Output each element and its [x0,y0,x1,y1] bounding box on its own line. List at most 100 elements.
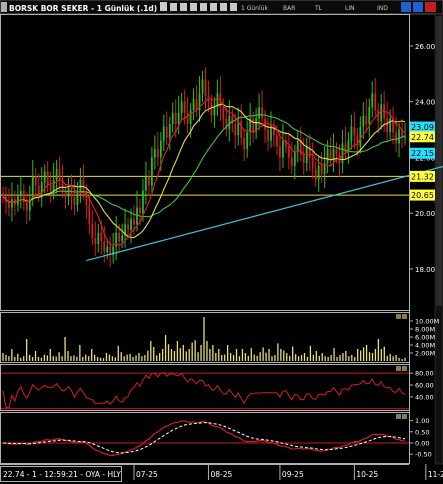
panel-settings-icon[interactable] [396,414,401,419]
candle-body [371,93,374,108]
candle-body [404,136,406,138]
close-icon[interactable] [425,2,436,12]
panel-settings-icon[interactable] [396,366,401,371]
panel-close-icon[interactable] [402,414,407,419]
volume-panel-controls [396,314,407,319]
x-tick-label: 07-25 [136,470,158,479]
candle-body [180,101,183,113]
panel-close-icon[interactable] [402,314,407,319]
macd-signal-line [3,422,406,454]
candle-body [374,93,377,111]
indicator-selector[interactable]: IND [377,5,388,12]
stock-chart[interactable]: BORSK BOR SEKER - 1 Günlük (.1d) 1 Günlü… [0,0,443,484]
candle-body [127,224,129,230]
chart-title: BORSK BOR SEKER - 1 Günlük (.1d) [9,4,157,13]
candle-body [106,246,109,253]
candle-body [231,115,234,124]
candle-body [350,126,353,141]
price-panel: 26.0024.0022.0020.0018.0023.0922.7422.15… [1,43,443,274]
candle-body [365,115,368,124]
candle-body [100,232,103,242]
candle-body [174,112,177,124]
status-bar: 22.74 - 1 - 12:59:21 - OYA - HLY [0,466,122,482]
toolbar-button[interactable] [200,3,207,11]
candle-body [296,140,299,152]
price-label-text: 20.65 [411,191,434,200]
toolbar-button[interactable] [190,3,197,11]
price-ytick-label: 18.00 [415,266,435,274]
candle-body [290,157,293,166]
price-label-text: 21.32 [411,172,434,181]
volume-ytick-label: 8.00M [415,326,435,334]
price-label-text: 23.09 [411,123,434,132]
macd-line [2,420,406,457]
candle-body [186,112,189,124]
candle-body [43,171,46,183]
candle-body [142,190,144,214]
candle-body [8,202,10,208]
macd-ytick-label: -0.50 [415,451,432,459]
rsi-panel-controls [396,366,407,371]
candle-body [52,179,55,191]
candle-body [213,107,216,116]
lock-icon[interactable] [160,2,167,11]
rsi-ytick-label: 40.00 [415,393,434,401]
candle-body [139,207,141,214]
restore-icon[interactable] [413,2,423,12]
candle-body [204,79,207,97]
candle-body [192,98,195,111]
candle-body [335,149,338,155]
candle-body [171,112,174,124]
candle-body [189,110,192,124]
candle-body [46,171,49,186]
price-label-text: 22.74 [411,133,434,142]
candle-body [329,149,332,161]
candle-body [368,107,371,124]
candle-body [67,188,70,197]
candle-body [380,104,383,122]
candle-body [31,176,34,200]
candle-body [258,107,260,119]
candle-body [261,107,263,119]
candle-body [153,149,156,158]
scrollbar-thumb[interactable] [436,16,442,306]
candle-body [2,193,4,197]
chart-type-selector[interactable]: BAR [283,5,295,12]
candle-body [97,232,100,244]
candle-body [195,98,198,111]
candle-body [362,115,365,127]
candle-body [270,126,272,141]
volume-ytick-label: 6.00M [415,334,435,342]
panel-settings-icon[interactable] [396,314,401,319]
candle-body [130,218,132,230]
rsi-ytick-label: 60.00 [415,382,434,390]
candle-body [279,146,281,158]
toolbar-button[interactable] [210,3,217,11]
x-tick-label: 08-25 [210,470,232,479]
ma-slow-line [2,103,406,239]
macd-ytick-label: 1.00 [415,417,429,425]
currency-selector[interactable]: TL [314,5,323,12]
candle-body [148,176,150,186]
period-selector[interactable]: 1 Günlük [241,5,268,12]
toolbar-button[interactable] [230,3,237,11]
candle-body [34,176,37,186]
window-menu-icon[interactable] [1,2,7,12]
candle-body [133,218,135,225]
scale-selector[interactable]: LIN [345,5,355,12]
toolbar-button[interactable] [180,3,187,11]
status-text: 22.74 - 1 - 12:59:21 - OYA - HLY [3,470,121,479]
candle-body [341,143,344,163]
macd-ytick-label: 0.50 [415,428,429,436]
toolbar-button[interactable] [170,3,177,11]
right-scrollbar[interactable] [434,13,443,465]
candle-body [37,185,40,194]
price-ytick-label: 24.00 [415,99,435,107]
toolbar-button[interactable] [220,3,227,11]
rsi-panel: 80.00 60.00 40.00 [1,370,434,410]
panel-close-icon[interactable] [402,366,407,371]
candle-body [398,129,400,144]
candle-body [395,132,397,144]
maximize-icon[interactable] [401,2,411,12]
candle-body [94,238,97,244]
